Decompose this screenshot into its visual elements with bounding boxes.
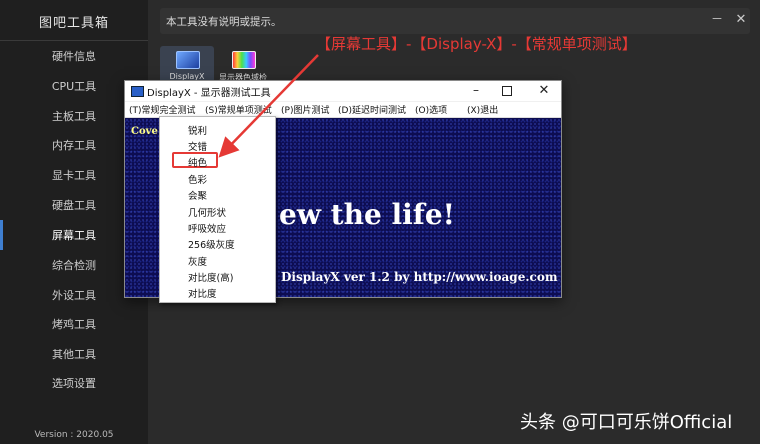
hint-bar: 本工具没有说明或提示。 － ✕ xyxy=(160,8,750,34)
watermark-text: 头条 @可口可乐饼Official xyxy=(520,412,733,433)
dropdown-item-contrast-high[interactable]: 对比度(高) xyxy=(188,270,233,284)
dropdown-item-solid-color[interactable]: 纯色 xyxy=(188,155,207,169)
app-title: 图吧工具箱 xyxy=(38,16,109,31)
displayx-title: DisplayX - 显示器测试工具 xyxy=(147,88,271,99)
sidebar-item-other-tools[interactable]: 其他工具 xyxy=(0,340,148,370)
annotation-text: 【屏幕工具】-【Display-X】-【常规单项测试】 xyxy=(316,35,637,53)
dropdown-item-breathing[interactable]: 呼吸效应 xyxy=(188,221,226,235)
hint-text: 本工具没有说明或提示。 xyxy=(166,16,282,28)
menu-picture-test[interactable]: (P)图片测试 xyxy=(281,103,329,116)
sidebar-divider xyxy=(0,40,148,41)
dropdown-item-sharpness[interactable]: 锐利 xyxy=(188,123,207,137)
displayx-app-icon xyxy=(131,86,144,97)
dropdown-item-color[interactable]: 色彩 xyxy=(188,172,207,186)
single-test-dropdown: 锐利 交错 纯色 色彩 会聚 几何形状 呼吸效应 256级灰度 灰度 对比度(高… xyxy=(159,116,276,303)
displayx-maximize-button[interactable] xyxy=(502,86,512,96)
dropdown-item-contrast[interactable]: 对比度 xyxy=(188,286,217,300)
dropdown-item-256-gray[interactable]: 256级灰度 xyxy=(188,237,235,251)
sidebar-item-stress-tools[interactable]: 烤鸡工具 xyxy=(0,310,148,340)
version-label: Version : 2020.05 xyxy=(34,430,114,440)
sidebar-item-hardware-info[interactable]: 硬件信息 xyxy=(0,42,148,72)
dropdown-item-geometry[interactable]: 几何形状 xyxy=(188,205,226,219)
displayx-close-button[interactable]: ✕ xyxy=(535,82,553,100)
dropdown-item-convergence[interactable]: 会聚 xyxy=(188,188,207,202)
menu-exit[interactable]: (X)退出 xyxy=(467,103,498,116)
menu-delay-test[interactable]: (D)延迟时间测试 xyxy=(338,103,406,116)
sidebar-item-settings[interactable]: 选项设置 xyxy=(0,369,148,399)
menu-single-test[interactable]: (S)常规单项测试 xyxy=(205,103,272,116)
displayx-minimize-button[interactable]: – xyxy=(467,82,485,100)
dropdown-item-interlace[interactable]: 交错 xyxy=(188,139,207,153)
displayx-titlebar[interactable]: DisplayX - 显示器测试工具 – ✕ xyxy=(125,81,561,101)
cover-text: Cove xyxy=(131,126,158,137)
version-footer-text: DisplayX ver 1.2 by http://www.ioage.com xyxy=(281,270,558,284)
headline-text: ew the life! xyxy=(279,198,455,231)
close-button[interactable]: ✕ xyxy=(732,10,750,30)
dropdown-item-gray[interactable]: 灰度 xyxy=(188,254,207,268)
minimize-button[interactable]: － xyxy=(708,10,726,30)
menu-full-test[interactable]: (T)常规完全测试 xyxy=(129,103,196,116)
menu-options[interactable]: (O)选项 xyxy=(415,103,447,116)
rainbow-monitor-icon xyxy=(232,51,256,69)
monitor-icon xyxy=(176,51,200,69)
